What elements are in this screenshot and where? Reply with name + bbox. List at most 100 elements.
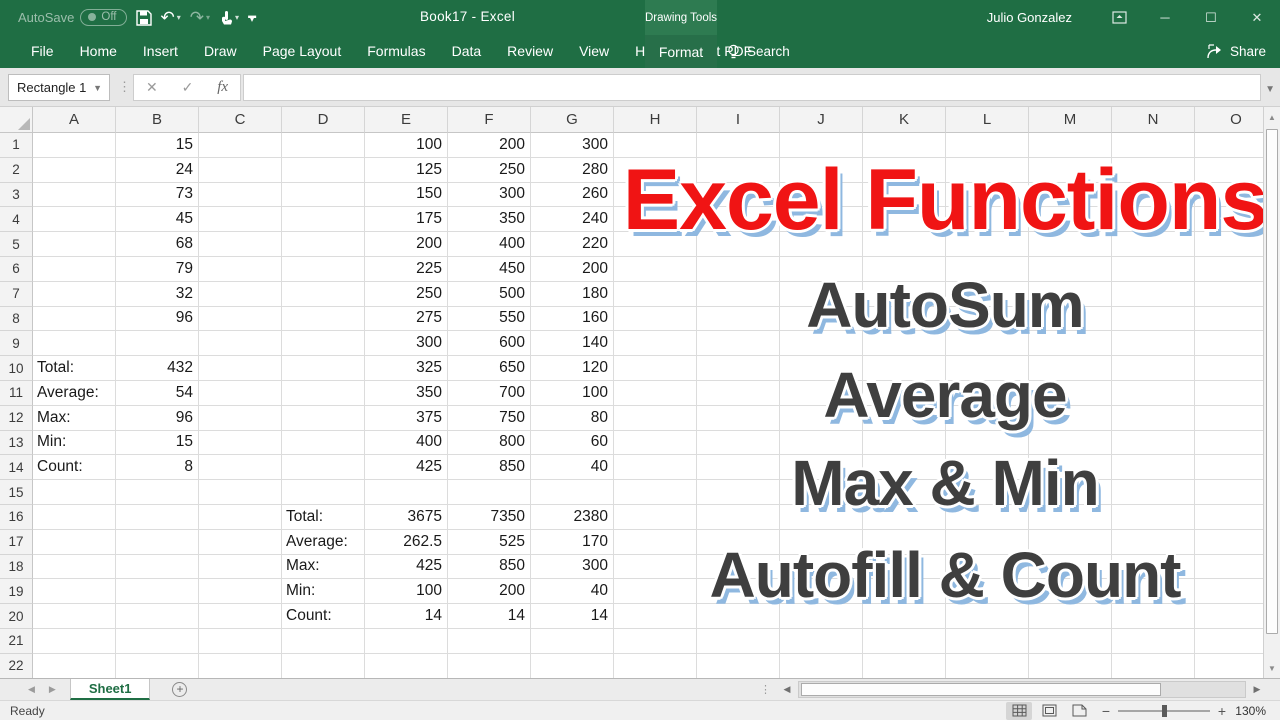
cell-G3[interactable]: 260 xyxy=(531,183,614,208)
cell-L9[interactable] xyxy=(946,331,1029,356)
column-header-C[interactable]: C xyxy=(199,107,282,133)
cell-E16[interactable]: 3675 xyxy=(365,505,448,530)
cell-F11[interactable]: 700 xyxy=(448,381,531,406)
tab-home[interactable]: Home xyxy=(67,36,130,68)
tab-insert[interactable]: Insert xyxy=(130,36,191,68)
touch-mode-button[interactable]: ▾ xyxy=(219,10,239,25)
cell-K10[interactable] xyxy=(863,356,946,381)
cell-L5[interactable] xyxy=(946,232,1029,257)
row-header-17[interactable]: 17 xyxy=(0,530,33,555)
cell-B4[interactable]: 45 xyxy=(116,207,199,232)
cell-E21[interactable] xyxy=(365,629,448,654)
cell-B8[interactable]: 96 xyxy=(116,307,199,332)
cell-M11[interactable] xyxy=(1029,381,1112,406)
row-header-21[interactable]: 21 xyxy=(0,629,33,654)
row-header-19[interactable]: 19 xyxy=(0,579,33,604)
cell-E5[interactable]: 200 xyxy=(365,232,448,257)
cell-L7[interactable] xyxy=(946,282,1029,307)
row-header-22[interactable]: 22 xyxy=(0,654,33,678)
cell-L1[interactable] xyxy=(946,133,1029,158)
cell-K11[interactable] xyxy=(863,381,946,406)
cell-K20[interactable] xyxy=(863,604,946,629)
cell-G16[interactable]: 2380 xyxy=(531,505,614,530)
cell-A1[interactable] xyxy=(33,133,116,158)
cell-N13[interactable] xyxy=(1112,431,1195,456)
cell-B11[interactable]: 54 xyxy=(116,381,199,406)
cell-N5[interactable] xyxy=(1112,232,1195,257)
touch-mode-caret[interactable]: ▾ xyxy=(235,14,239,22)
cell-J1[interactable] xyxy=(780,133,863,158)
cell-A20[interactable] xyxy=(33,604,116,629)
cell-N1[interactable] xyxy=(1112,133,1195,158)
cell-E13[interactable]: 400 xyxy=(365,431,448,456)
cell-L18[interactable] xyxy=(946,555,1029,580)
share-button[interactable]: Share xyxy=(1207,35,1266,68)
cell-B3[interactable]: 73 xyxy=(116,183,199,208)
cell-H21[interactable] xyxy=(614,629,697,654)
cell-M22[interactable] xyxy=(1029,654,1112,678)
cell-C13[interactable] xyxy=(199,431,282,456)
cell-L19[interactable] xyxy=(946,579,1029,604)
cell-K2[interactable] xyxy=(863,158,946,183)
cell-J14[interactable] xyxy=(780,455,863,480)
cell-H19[interactable] xyxy=(614,579,697,604)
cell-F21[interactable] xyxy=(448,629,531,654)
cell-G10[interactable]: 120 xyxy=(531,356,614,381)
cancel-entry-button[interactable]: ✕ xyxy=(146,79,158,96)
cell-I12[interactable] xyxy=(697,406,780,431)
cell-F22[interactable] xyxy=(448,654,531,678)
cell-I1[interactable] xyxy=(697,133,780,158)
cell-D9[interactable] xyxy=(282,331,365,356)
cell-L14[interactable] xyxy=(946,455,1029,480)
cell-B20[interactable] xyxy=(116,604,199,629)
cell-E19[interactable]: 100 xyxy=(365,579,448,604)
cell-M1[interactable] xyxy=(1029,133,1112,158)
customize-qat-button[interactable]: ▬▾ xyxy=(248,14,256,22)
tab-page-layout[interactable]: Page Layout xyxy=(250,36,355,68)
cell-C21[interactable] xyxy=(199,629,282,654)
cell-D21[interactable] xyxy=(282,629,365,654)
cell-B13[interactable]: 15 xyxy=(116,431,199,456)
cell-J21[interactable] xyxy=(780,629,863,654)
cell-E3[interactable]: 150 xyxy=(365,183,448,208)
row-header-6[interactable]: 6 xyxy=(0,257,33,282)
cell-I7[interactable] xyxy=(697,282,780,307)
cell-D1[interactable] xyxy=(282,133,365,158)
cell-N7[interactable] xyxy=(1112,282,1195,307)
cell-F15[interactable] xyxy=(448,480,531,505)
cell-A14[interactable]: Count: xyxy=(33,455,116,480)
formula-input[interactable] xyxy=(243,74,1261,101)
insert-function-button[interactable]: fx xyxy=(217,79,228,96)
cell-C3[interactable] xyxy=(199,183,282,208)
cell-A7[interactable] xyxy=(33,282,116,307)
cell-M8[interactable] xyxy=(1029,307,1112,332)
cell-B9[interactable] xyxy=(116,331,199,356)
cell-G1[interactable]: 300 xyxy=(531,133,614,158)
cell-G9[interactable]: 140 xyxy=(531,331,614,356)
column-header-K[interactable]: K xyxy=(863,107,946,133)
cell-I16[interactable] xyxy=(697,505,780,530)
maximize-button[interactable]: ☐ xyxy=(1188,0,1234,35)
scrollbar-resize-handle[interactable]: ⋮ xyxy=(760,683,771,696)
row-header-20[interactable]: 20 xyxy=(0,604,33,629)
cell-D8[interactable] xyxy=(282,307,365,332)
cell-J12[interactable] xyxy=(780,406,863,431)
cell-E4[interactable]: 175 xyxy=(365,207,448,232)
hscroll-left-arrow[interactable]: ◀ xyxy=(778,681,796,698)
cell-J5[interactable] xyxy=(780,232,863,257)
cell-L3[interactable] xyxy=(946,183,1029,208)
cell-F7[interactable]: 500 xyxy=(448,282,531,307)
cell-H2[interactable] xyxy=(614,158,697,183)
cell-F6[interactable]: 450 xyxy=(448,257,531,282)
cell-C12[interactable] xyxy=(199,406,282,431)
cell-H7[interactable] xyxy=(614,282,697,307)
cell-N4[interactable] xyxy=(1112,207,1195,232)
cell-L17[interactable] xyxy=(946,530,1029,555)
cell-H6[interactable] xyxy=(614,257,697,282)
cell-K18[interactable] xyxy=(863,555,946,580)
cell-J9[interactable] xyxy=(780,331,863,356)
cell-A12[interactable]: Max: xyxy=(33,406,116,431)
cell-M16[interactable] xyxy=(1029,505,1112,530)
cell-B2[interactable]: 24 xyxy=(116,158,199,183)
row-header-8[interactable]: 8 xyxy=(0,307,33,332)
